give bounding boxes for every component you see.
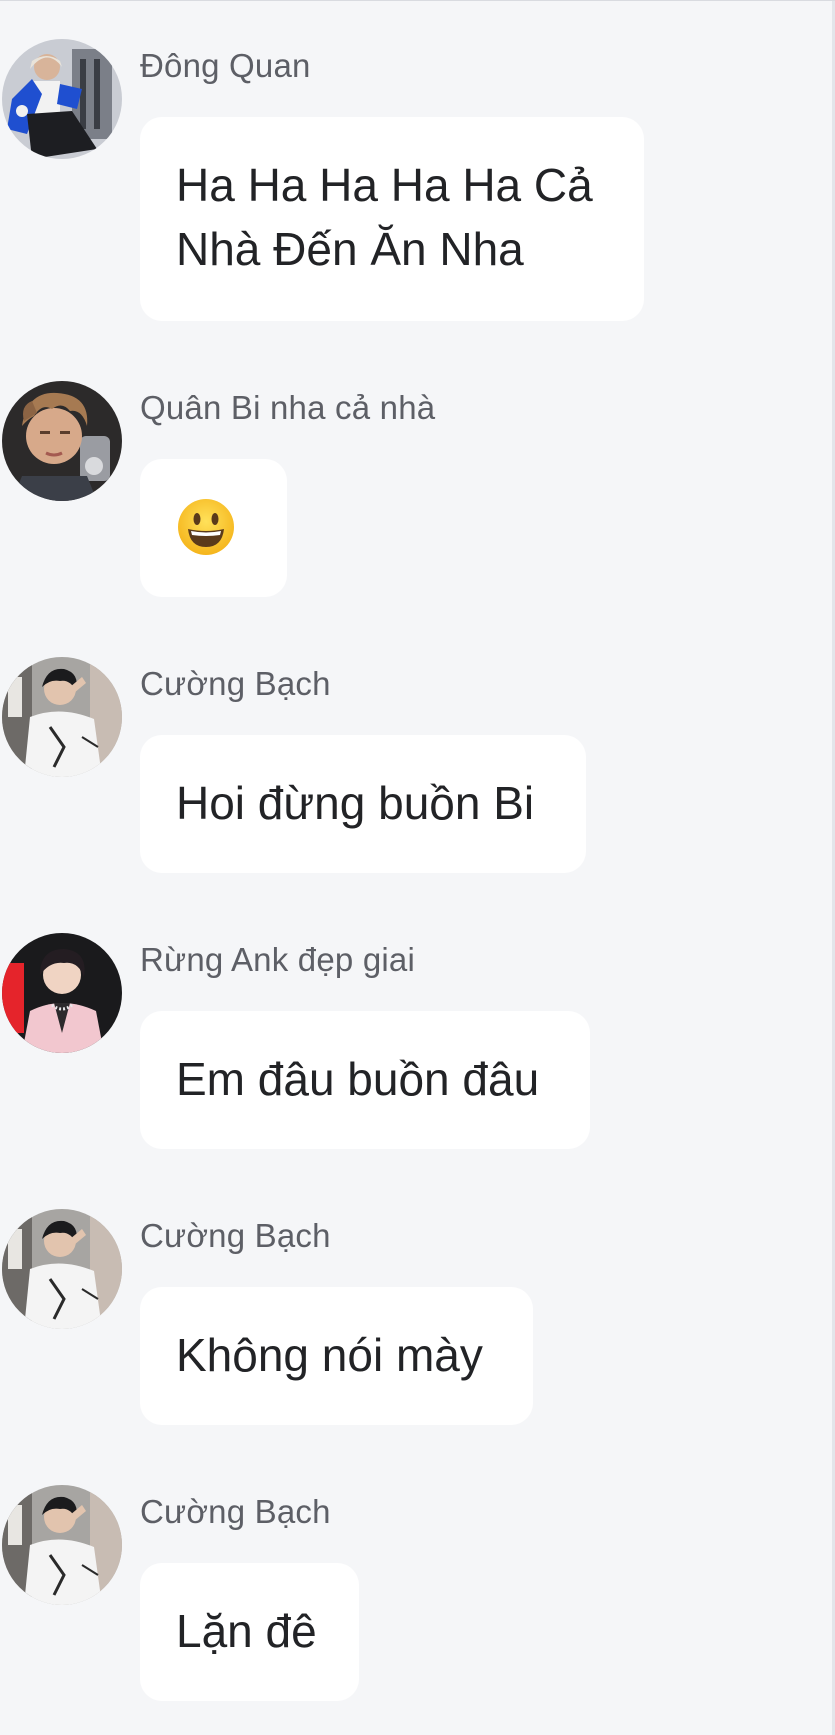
message-bubble[interactable]: Em đâu buồn đâu: [140, 1011, 590, 1149]
message-text: Hoi đừng buồn Bi: [176, 777, 535, 829]
message-bubble[interactable]: Hoi đừng buồn Bi: [140, 735, 586, 873]
avatar-image: [2, 39, 122, 159]
sender-name: Rừng Ank đẹp giai: [140, 941, 416, 978]
avatar-image: [2, 933, 122, 1053]
sender-name: Quân Bi nha cả nhà: [140, 389, 436, 426]
message-text: Em đâu buồn đâu: [176, 1053, 540, 1105]
sender-name: Đông Quan: [140, 47, 311, 84]
sender-name: Cường Bạch: [140, 1493, 331, 1530]
message-bubble[interactable]: Không nói mày: [140, 1287, 533, 1425]
avatar-image: [2, 1209, 122, 1329]
sender-name: Cường Bạch: [140, 1217, 331, 1254]
message-text: Không nói mày: [176, 1329, 483, 1381]
avatar[interactable]: [2, 39, 122, 159]
message-bubble[interactable]: [140, 459, 287, 597]
message-text: Ha Ha Ha Ha Ha Cả Nhà Đến Ăn Nha: [176, 159, 593, 275]
sender-name: Cường Bạch: [140, 665, 331, 702]
avatar[interactable]: [2, 381, 122, 501]
avatar[interactable]: [2, 657, 122, 777]
avatar-image: [2, 1485, 122, 1605]
avatar-image: [2, 657, 122, 777]
message-text: Lặn đê: [176, 1605, 317, 1657]
avatar[interactable]: [2, 933, 122, 1053]
grinning-face-emoji: [176, 497, 236, 557]
avatar[interactable]: [2, 1485, 122, 1605]
avatar[interactable]: [2, 1209, 122, 1329]
message-bubble[interactable]: Ha Ha Ha Ha Ha Cả Nhà Đến Ăn Nha: [140, 117, 644, 321]
message-bubble[interactable]: Lặn đê: [140, 1563, 359, 1701]
avatar-image: [2, 381, 122, 501]
